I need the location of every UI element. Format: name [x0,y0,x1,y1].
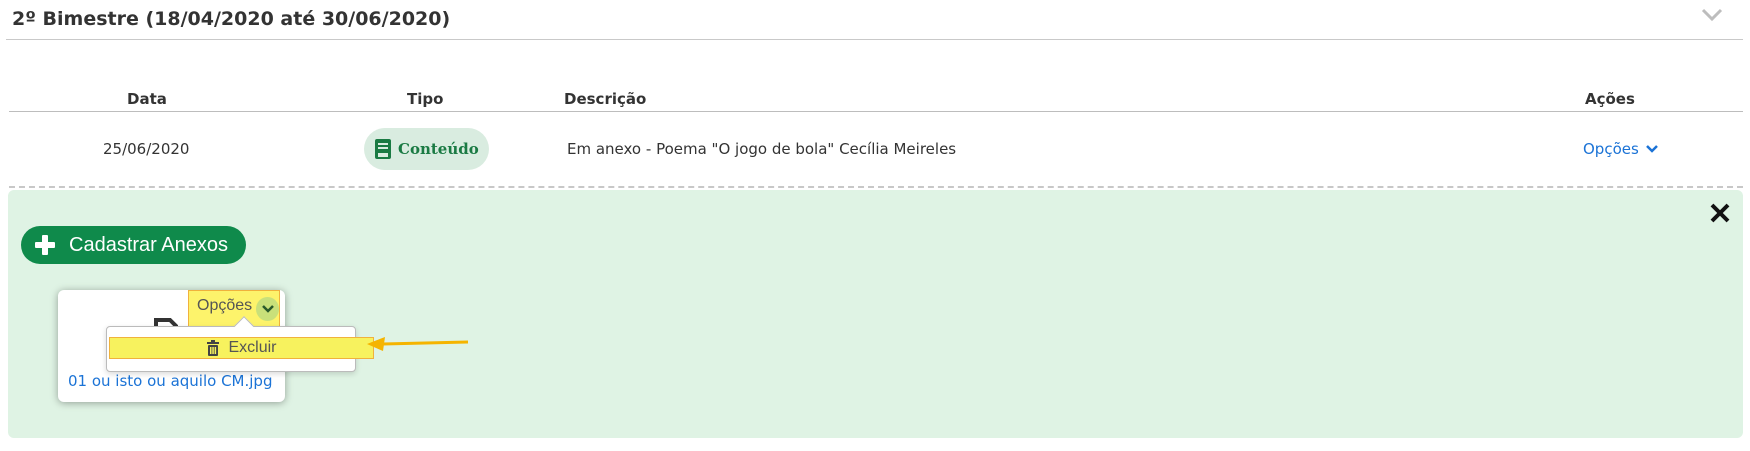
section-header[interactable]: 2º Bimestre (18/04/2020 até 30/06/2020) [6,0,1743,40]
chevron-down-icon [1645,145,1658,153]
attachment-filename[interactable]: 01 ou isto ou aquilo CM.jpg [68,372,272,390]
plus-icon [35,235,55,255]
row-options-label: Opções [1583,140,1639,158]
attachment-options-label: Opções [197,297,253,314]
tipo-label: Conteúdo [398,140,479,158]
header-descricao: Descrição [564,90,647,108]
section-title: 2º Bimestre (18/04/2020 até 30/06/2020) [12,8,451,30]
close-icon[interactable] [1707,200,1733,226]
book-icon [375,139,391,159]
tipo-badge: Conteúdo [364,128,489,170]
trash-icon [207,340,220,356]
add-attachment-button[interactable]: Cadastrar Anexos [21,226,246,264]
chevron-down-icon [256,297,279,321]
delete-menu-item[interactable]: Excluir [109,337,374,359]
chevron-down-icon[interactable] [1697,2,1727,28]
row-date: 25/06/2020 [103,140,190,158]
delete-menu-label: Excluir [228,339,277,356]
annotation-arrow-icon [367,337,469,351]
add-attachment-label: Cadastrar Anexos [69,233,228,256]
records-table: Data Tipo Descrição Ações 25/06/2020 Con… [9,84,1743,188]
attachments-panel: Cadastrar Anexos 01 ou isto ou aquilo CM… [8,190,1743,438]
table-header: Data Tipo Descrição Ações [9,84,1743,112]
header-tipo: Tipo [407,90,444,108]
row-options-dropdown[interactable]: Opções [1583,140,1659,158]
header-data: Data [127,90,167,108]
row-description: Em anexo - Poema "O jogo de bola" Cecíli… [567,140,957,158]
header-acoes: Ações [1585,90,1635,108]
table-row: 25/06/2020 Conteúdo Em anexo - Poema "O … [9,112,1743,188]
attachment-options-menu: Excluir [106,316,374,372]
